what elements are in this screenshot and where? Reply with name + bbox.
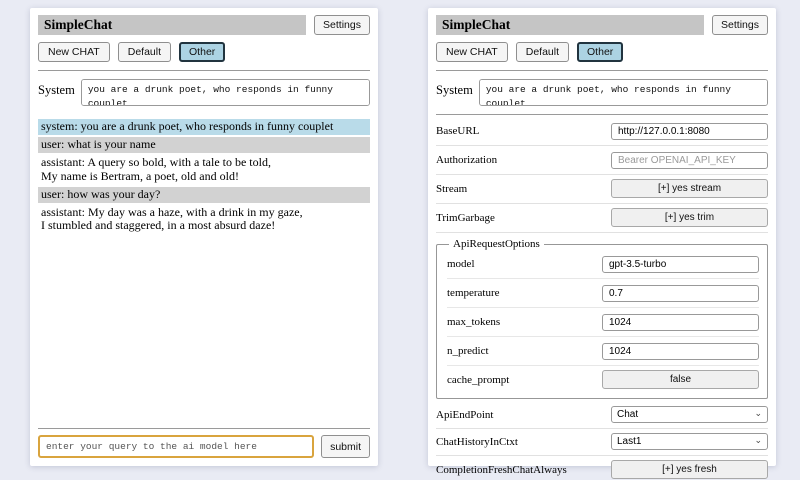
header: SimpleChat Settings xyxy=(436,15,768,35)
chat-history-label: ChatHistoryInCtxt xyxy=(436,436,518,448)
chat-message-user: user: what is your name xyxy=(38,137,370,153)
stream-label: Stream xyxy=(436,183,467,195)
chevron-down-icon: ⌄ xyxy=(754,409,762,418)
fresh-chat-toggle-button[interactable]: [+] yes fresh xyxy=(611,460,768,479)
system-label: System xyxy=(436,79,473,98)
query-area: submit xyxy=(38,420,370,458)
setting-row-stream: Stream [+] yes stream xyxy=(436,175,768,204)
chat-message-user: user: how was your day? xyxy=(38,187,370,203)
new-chat-button[interactable]: New CHAT xyxy=(436,42,508,62)
model-input[interactable] xyxy=(602,256,759,273)
settings-panel: SimpleChat Settings New CHAT Default Oth… xyxy=(428,8,776,466)
system-prompt-row: System you are a drunk poet, who respond… xyxy=(436,79,768,106)
divider xyxy=(436,70,768,71)
temperature-label: temperature xyxy=(447,287,500,299)
api-request-options-legend: ApiRequestOptions xyxy=(449,238,544,250)
setting-row-baseurl: BaseURL xyxy=(436,117,768,146)
chat-message-assistant: assistant: My day was a haze, with a dri… xyxy=(38,205,370,235)
session-tab-default[interactable]: Default xyxy=(516,42,569,62)
chat-history-select[interactable]: Last1 ⌄ xyxy=(611,433,768,450)
divider xyxy=(38,70,370,71)
query-row: submit xyxy=(38,435,370,458)
system-prompt-textarea[interactable]: you are a drunk poet, who responds in fu… xyxy=(479,79,768,106)
temperature-input[interactable] xyxy=(602,285,759,302)
settings-button[interactable]: Settings xyxy=(712,15,768,35)
settings-rows: BaseURL Authorization Stream [+] yes str… xyxy=(436,117,768,480)
header: SimpleChat Settings xyxy=(38,15,370,35)
trimgarbage-label: TrimGarbage xyxy=(436,212,495,224)
setting-row-cache-prompt: cache_prompt false xyxy=(447,366,759,394)
setting-row-fresh-chat: CompletionFreshChatAlways [+] yes fresh xyxy=(436,456,768,480)
app-title: SimpleChat xyxy=(436,15,704,35)
app-title: SimpleChat xyxy=(38,15,306,35)
system-label: System xyxy=(38,79,75,98)
setting-row-chat-history: ChatHistoryInCtxt Last1 ⌄ xyxy=(436,429,768,456)
setting-row-authorization: Authorization xyxy=(436,146,768,175)
api-endpoint-select[interactable]: Chat ⌄ xyxy=(611,406,768,423)
divider xyxy=(38,428,370,429)
setting-row-temperature: temperature xyxy=(447,279,759,308)
chevron-down-icon: ⌄ xyxy=(754,436,762,445)
setting-row-api-endpoint: ApiEndPoint Chat ⌄ xyxy=(436,402,768,429)
chat-message-assistant: assistant: A query so bold, with a tale … xyxy=(38,155,370,185)
settings-button[interactable]: Settings xyxy=(314,15,370,35)
stream-toggle-button[interactable]: [+] yes stream xyxy=(611,179,768,198)
n-predict-input[interactable] xyxy=(602,343,759,360)
cache-prompt-toggle-button[interactable]: false xyxy=(602,370,759,389)
chat-message-system: system: you are a drunk poet, who respon… xyxy=(38,119,370,135)
setting-row-n-predict: n_predict xyxy=(447,337,759,366)
setting-row-trimgarbage: TrimGarbage [+] yes trim xyxy=(436,204,768,233)
session-tab-other[interactable]: Other xyxy=(179,42,225,62)
api-endpoint-selected-value: Chat xyxy=(617,409,638,420)
chat-panel: SimpleChat Settings New CHAT Default Oth… xyxy=(30,8,378,466)
cache-prompt-label: cache_prompt xyxy=(447,374,509,386)
session-tab-default[interactable]: Default xyxy=(118,42,171,62)
system-prompt-textarea[interactable]: you are a drunk poet, who responds in fu… xyxy=(81,79,370,106)
divider xyxy=(436,114,768,115)
new-chat-button[interactable]: New CHAT xyxy=(38,42,110,62)
n-predict-label: n_predict xyxy=(447,345,489,357)
api-endpoint-label: ApiEndPoint xyxy=(436,409,493,421)
submit-button[interactable]: submit xyxy=(321,435,370,458)
baseurl-label: BaseURL xyxy=(436,125,479,137)
chat-history-selected-value: Last1 xyxy=(617,436,641,447)
setting-row-model: model xyxy=(447,250,759,279)
max-tokens-label: max_tokens xyxy=(447,316,500,328)
query-input[interactable] xyxy=(38,435,314,458)
authorization-input[interactable] xyxy=(611,152,768,169)
model-label: model xyxy=(447,258,475,270)
setting-row-max-tokens: max_tokens xyxy=(447,308,759,337)
session-toolbar: New CHAT Default Other xyxy=(38,42,370,62)
trimgarbage-toggle-button[interactable]: [+] yes trim xyxy=(611,208,768,227)
session-toolbar: New CHAT Default Other xyxy=(436,42,768,62)
system-prompt-row: System you are a drunk poet, who respond… xyxy=(38,79,370,106)
fresh-chat-label: CompletionFreshChatAlways xyxy=(436,464,567,476)
chat-message-list: system: you are a drunk poet, who respon… xyxy=(38,117,370,420)
session-tab-other[interactable]: Other xyxy=(577,42,623,62)
authorization-label: Authorization xyxy=(436,154,497,166)
max-tokens-input[interactable] xyxy=(602,314,759,331)
baseurl-input[interactable] xyxy=(611,123,768,140)
api-request-options-group: ApiRequestOptions model temperature max_… xyxy=(436,238,768,399)
